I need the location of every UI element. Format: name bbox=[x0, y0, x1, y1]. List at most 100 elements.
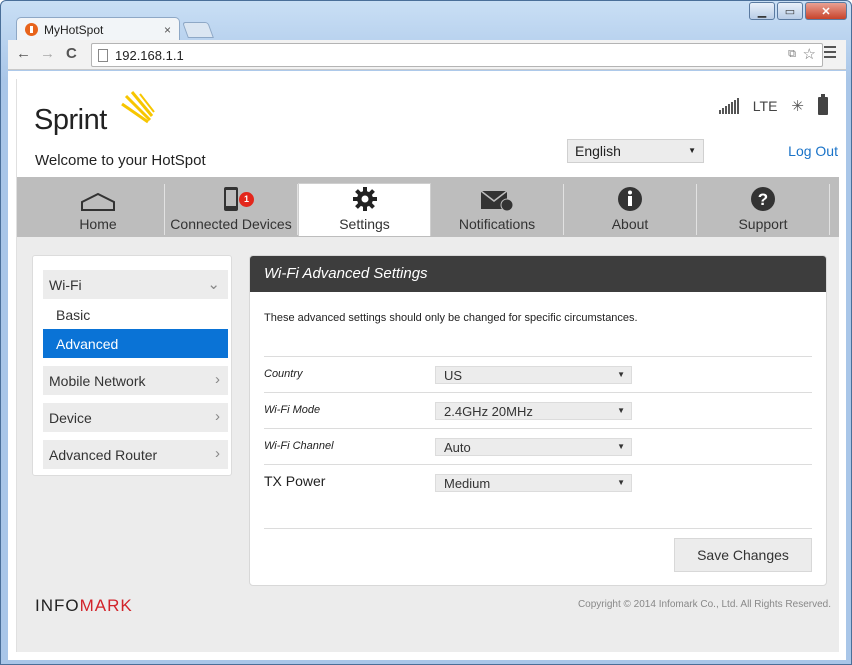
tab-about[interactable]: About bbox=[564, 184, 697, 235]
tx-power-row: TX Power Medium ▼ bbox=[264, 464, 812, 500]
language-value: English bbox=[575, 143, 621, 159]
wifi-advanced-panel: Wi-Fi Advanced Settings These advanced s… bbox=[249, 255, 827, 586]
sidebar-item-label: Mobile Network bbox=[49, 373, 146, 389]
brand-part-a: INFO bbox=[35, 596, 80, 615]
sidebar-item-wifi[interactable]: Wi-Fi ⌄ bbox=[43, 270, 228, 299]
status-icons: LTE ✳ bbox=[718, 94, 828, 115]
infomark-logo: INFOMARK bbox=[35, 596, 133, 616]
main-nav: Home 1 Connected Devices Settings Notifi… bbox=[17, 177, 839, 237]
envelope-icon bbox=[431, 184, 563, 212]
sidebar-item-label: Advanced bbox=[56, 336, 119, 352]
tab-label: Support bbox=[738, 216, 788, 232]
wifi-mode-label: Wi-Fi Mode bbox=[264, 404, 321, 416]
dropdown-arrow-icon: ▼ bbox=[617, 478, 625, 487]
chevron-right-icon: › bbox=[215, 445, 220, 462]
tab-settings[interactable]: Settings bbox=[298, 183, 431, 236]
brand-part-b: MARK bbox=[79, 596, 133, 615]
sidebar-item-label: Basic bbox=[56, 307, 91, 323]
bookmark-star-icon[interactable]: ☆ bbox=[803, 45, 816, 63]
tab-close-icon[interactable]: × bbox=[164, 23, 171, 37]
sidebar-item-mobile-network[interactable]: Mobile Network › bbox=[43, 366, 228, 395]
reload-button[interactable]: C bbox=[66, 45, 77, 62]
panel-title: Wi-Fi Advanced Settings bbox=[250, 256, 826, 292]
maximize-button[interactable]: ▭ bbox=[777, 2, 803, 20]
wifi-mode-select[interactable]: 2.4GHz 20MHz ▼ bbox=[435, 402, 632, 420]
sidebar-item-advanced[interactable]: Advanced bbox=[43, 329, 228, 358]
browser-window: MyHotSpot × ▁ ▭ ✕ ← → C 192.168.1.1 ⧉ ☆ … bbox=[0, 0, 852, 665]
notification-badge: 1 bbox=[239, 192, 254, 207]
wifi-channel-row: Wi-Fi Channel Auto ▼ bbox=[264, 428, 812, 464]
favicon-icon bbox=[25, 23, 38, 36]
translate-icon[interactable]: ⧉ bbox=[788, 48, 796, 61]
dropdown-arrow-icon: ▼ bbox=[617, 442, 625, 451]
back-button[interactable]: ← bbox=[16, 45, 31, 62]
sidebar-item-advanced-router[interactable]: Advanced Router › bbox=[43, 440, 228, 469]
browser-toolbar: ← → C 192.168.1.1 ⧉ ☆ bbox=[8, 40, 846, 70]
sidebar-item-label: Device bbox=[49, 410, 92, 426]
content-area: Wi-Fi ⌄ Basic Advanced Mobile Network › bbox=[17, 237, 839, 652]
panel-description: These advanced settings should only be c… bbox=[264, 312, 638, 324]
menu-icon[interactable] bbox=[824, 46, 836, 61]
close-window-button[interactable]: ✕ bbox=[805, 2, 847, 20]
tab-title: MyHotSpot bbox=[44, 22, 104, 37]
svg-text:?: ? bbox=[758, 190, 768, 209]
divider bbox=[264, 528, 812, 529]
settings-sidebar: Wi-Fi ⌄ Basic Advanced Mobile Network › bbox=[32, 255, 232, 476]
gear-icon bbox=[299, 184, 430, 212]
browser-tab[interactable]: MyHotSpot × bbox=[16, 17, 180, 41]
wifi-channel-value: Auto bbox=[444, 440, 471, 455]
url-text: 192.168.1.1 bbox=[115, 47, 184, 63]
tab-connected-devices[interactable]: 1 Connected Devices bbox=[165, 184, 298, 235]
battery-icon bbox=[818, 94, 828, 115]
save-changes-button[interactable]: Save Changes bbox=[674, 538, 812, 572]
wifi-channel-select[interactable]: Auto ▼ bbox=[435, 438, 632, 456]
tab-home[interactable]: Home bbox=[32, 184, 165, 235]
dropdown-arrow-icon: ▼ bbox=[688, 146, 696, 155]
country-select[interactable]: US ▼ bbox=[435, 366, 632, 384]
wifi-mode-row: Wi-Fi Mode 2.4GHz 20MHz ▼ bbox=[264, 392, 812, 428]
sprint-burst-icon bbox=[121, 91, 155, 124]
tab-notifications[interactable]: Notifications bbox=[431, 184, 564, 235]
welcome-text: Welcome to your HotSpot bbox=[35, 152, 206, 169]
tx-power-value: Medium bbox=[444, 476, 491, 491]
browser-viewport: Sprint Welcome to your HotSpot LTE ✳ Eng bbox=[8, 71, 846, 660]
copyright-text: Copyright © 2014 Infomark Co., Ltd. All … bbox=[577, 599, 831, 610]
info-icon bbox=[564, 184, 696, 212]
sidebar-item-basic[interactable]: Basic bbox=[43, 300, 228, 329]
new-tab-button[interactable] bbox=[182, 22, 214, 38]
tx-power-select[interactable]: Medium ▼ bbox=[435, 474, 632, 492]
tab-label: About bbox=[611, 216, 649, 232]
signal-strength-icon bbox=[718, 98, 739, 114]
sidebar-item-device[interactable]: Device › bbox=[43, 403, 228, 432]
chevron-right-icon: › bbox=[215, 408, 220, 425]
tab-support[interactable]: ? Support bbox=[697, 184, 830, 235]
sprint-logo: Sprint bbox=[34, 91, 155, 137]
network-type: LTE bbox=[752, 98, 778, 114]
window-controls: ▁ ▭ ✕ bbox=[749, 2, 847, 20]
sidebar-item-label: Wi-Fi bbox=[49, 277, 82, 293]
wifi-channel-label: Wi-Fi Channel bbox=[264, 440, 334, 452]
logout-link[interactable]: Log Out bbox=[788, 143, 838, 159]
dropdown-arrow-icon: ▼ bbox=[617, 370, 625, 379]
wifi-activity-icon: ✳ bbox=[791, 98, 804, 115]
address-bar[interactable]: 192.168.1.1 ⧉ ☆ bbox=[91, 43, 823, 67]
home-icon bbox=[32, 184, 164, 212]
page-icon bbox=[98, 48, 108, 62]
help-icon: ? bbox=[697, 184, 829, 212]
chevron-down-icon: ⌄ bbox=[207, 276, 220, 293]
country-label: Country bbox=[264, 368, 303, 380]
language-select[interactable]: English ▼ bbox=[567, 139, 704, 163]
logo-text: Sprint bbox=[34, 104, 107, 136]
minimize-button[interactable]: ▁ bbox=[749, 2, 775, 20]
tab-label: Connected Devices bbox=[170, 216, 292, 232]
tab-label: Notifications bbox=[458, 216, 536, 232]
tab-strip: MyHotSpot × ▁ ▭ ✕ bbox=[1, 1, 852, 41]
country-value: US bbox=[444, 368, 463, 383]
forward-button[interactable]: → bbox=[40, 45, 55, 62]
sidebar-item-label: Advanced Router bbox=[49, 447, 158, 463]
phone-icon bbox=[165, 184, 297, 212]
dropdown-arrow-icon: ▼ bbox=[617, 406, 625, 415]
wifi-mode-value: 2.4GHz 20MHz bbox=[444, 404, 533, 419]
hotspot-page: Sprint Welcome to your HotSpot LTE ✳ Eng bbox=[16, 79, 839, 652]
tx-power-label: TX Power bbox=[264, 473, 326, 489]
